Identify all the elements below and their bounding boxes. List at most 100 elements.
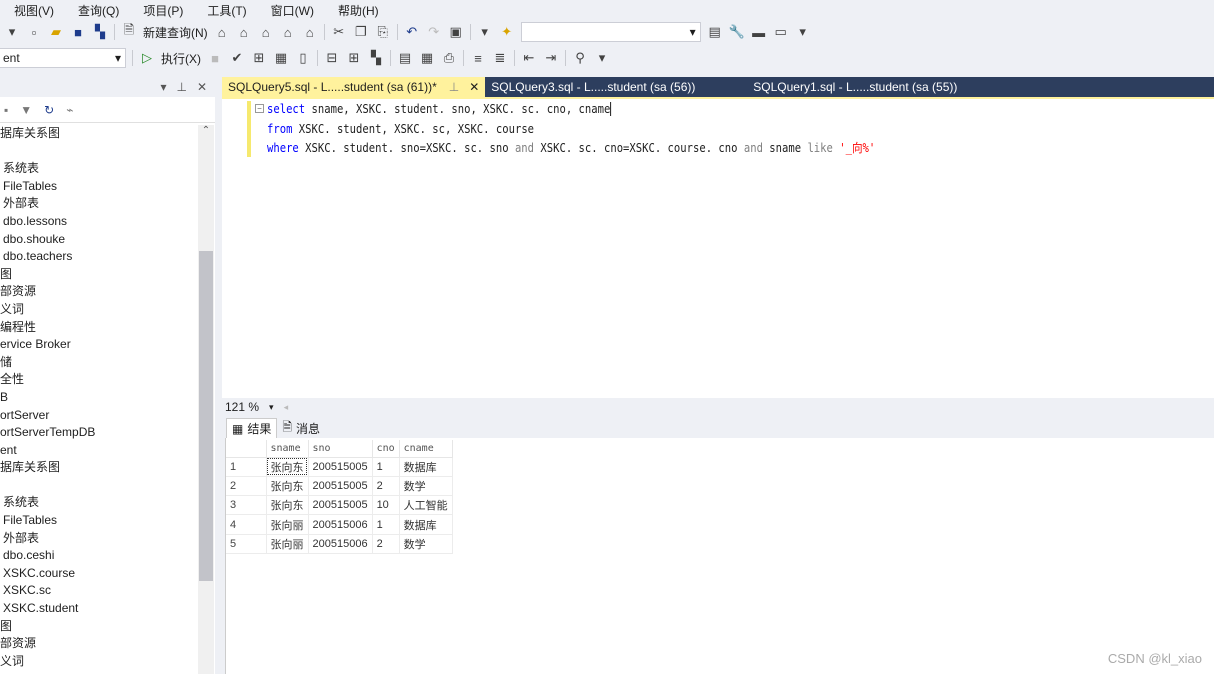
menu-query[interactable]: 查询(Q) <box>64 2 129 19</box>
table-cell[interactable]: 200515006 <box>308 534 373 554</box>
tree-item[interactable]: ortServerTempDB <box>0 424 198 442</box>
activity-monitor-icon[interactable]: ▣ <box>448 24 464 40</box>
table-cell[interactable]: 数据库 <box>399 514 453 535</box>
table-cell[interactable]: 张向东 <box>266 495 309 516</box>
specify-values-icon[interactable]: ⚲ <box>572 50 588 66</box>
tree-item[interactable]: 图 <box>0 618 198 636</box>
column-header[interactable]: cname <box>399 440 453 458</box>
refresh-icon[interactable]: ↻ <box>44 103 54 117</box>
close-icon[interactable]: ✕ <box>197 80 207 94</box>
new-query-icon[interactable]: 🗎 <box>121 22 137 40</box>
results-to-grid-icon[interactable]: ▦ <box>419 50 435 66</box>
actual-plan-icon[interactable]: ⊟ <box>324 50 340 66</box>
menu-project[interactable]: 项目(P) <box>129 2 193 19</box>
filter-icon[interactable]: ▼ <box>20 103 32 117</box>
table-cell[interactable]: 张向丽 <box>266 534 309 554</box>
close-icon[interactable]: ✕ <box>469 80 479 94</box>
tab-sqlquery1[interactable]: SQLQuery1.sql - L.....student (sa (55)) <box>747 77 963 97</box>
tree-item[interactable]: 全性 <box>0 371 198 389</box>
tree-item[interactable]: dbo.ceshi <box>0 547 198 565</box>
dropdown-icon[interactable]: ▾ <box>477 24 493 40</box>
table-cell[interactable]: 200515006 <box>308 514 373 535</box>
table-cell[interactable]: 张向东 <box>266 457 309 477</box>
tree-item[interactable] <box>0 143 198 161</box>
disconnect-icon[interactable]: ▪ <box>4 103 8 117</box>
zoom-select[interactable]: 121 % <box>225 400 259 414</box>
table-cell[interactable]: 2 <box>372 476 400 497</box>
tab-messages[interactable]: 🗎 消息 <box>277 418 325 438</box>
tree-item[interactable]: 系统表 <box>0 160 198 178</box>
tab-sqlquery3[interactable]: SQLQuery3.sql - L.....student (sa (56)) <box>485 77 747 97</box>
tree-item[interactable]: FileTables <box>0 178 198 196</box>
search-combo[interactable]: ▾ <box>520 22 701 42</box>
tree-item[interactable]: XSKC.sc <box>0 582 198 600</box>
table-cell[interactable]: 人工智能 <box>399 495 453 516</box>
menu-tools[interactable]: 工具(T) <box>193 2 256 19</box>
tree-item[interactable]: 义词 <box>0 653 198 671</box>
scrollbar-thumb[interactable] <box>199 251 213 581</box>
menu-window[interactable]: 窗口(W) <box>257 2 324 19</box>
tree-item[interactable]: ortServer <box>0 407 198 425</box>
tree-item[interactable]: ent <box>0 442 198 460</box>
table-cell[interactable]: 200515005 <box>308 457 373 477</box>
cut-icon[interactable]: ✂ <box>331 24 347 40</box>
tree-item[interactable]: 储 <box>0 354 198 372</box>
save-all-icon[interactable]: ▚ <box>92 24 108 40</box>
dropdown-icon[interactable]: ▾ <box>4 24 20 40</box>
row-number[interactable]: 4 <box>226 514 267 535</box>
sql-code[interactable]: select sname, XSKC. student. sno, XSKC. … <box>267 100 875 159</box>
solution-explorer-icon[interactable]: ▤ <box>707 24 723 40</box>
row-number[interactable]: 3 <box>226 495 267 516</box>
tab-results[interactable]: ▦ 结果 <box>226 418 278 438</box>
paste-icon[interactable]: ⎘ <box>375 24 391 40</box>
tree-item[interactable]: XSKC.student <box>0 600 198 618</box>
window-icon[interactable]: ▭ <box>773 24 789 40</box>
tree-item[interactable]: ervice Broker <box>0 336 198 354</box>
dropdown-icon[interactable]: ▾ <box>160 80 166 94</box>
redo-icon[interactable]: ↷ <box>426 24 442 40</box>
menu-view[interactable]: 视图(V) <box>0 2 64 19</box>
stop-icon[interactable]: ■ <box>207 50 223 66</box>
new-file-icon[interactable]: ▫ <box>26 24 42 40</box>
xmla-query-icon[interactable]: ⌂ <box>258 24 274 40</box>
undo-icon[interactable]: ↶ <box>404 24 420 40</box>
row-number[interactable]: 1 <box>226 457 267 477</box>
pin-icon[interactable]: ⊥ <box>176 80 186 94</box>
dax-query-icon[interactable]: ⌂ <box>280 24 296 40</box>
new-query-button[interactable]: 新建查询(N) <box>143 24 208 41</box>
find-icon[interactable]: ✦ <box>499 24 515 40</box>
tree-item[interactable]: B <box>0 389 198 407</box>
chevron-down-icon[interactable]: ▾ <box>269 402 274 413</box>
properties-icon[interactable]: 🔧 <box>729 24 745 40</box>
table-cell[interactable]: 10 <box>372 495 400 516</box>
tree-item[interactable]: FileTables <box>0 512 198 530</box>
parse-icon[interactable]: ✔ <box>229 50 245 66</box>
table-cell[interactable]: 2 <box>372 534 400 554</box>
tree-item[interactable]: XSKC.course <box>0 565 198 583</box>
comment-icon[interactable]: ≡ <box>470 50 486 66</box>
tree-item[interactable] <box>0 477 198 495</box>
column-header[interactable]: sname <box>266 440 309 458</box>
tab-sqlquery5[interactable]: SQLQuery5.sql - L.....student (sa (61))*… <box>222 77 486 97</box>
collapse-icon[interactable]: − <box>255 104 264 113</box>
plan-icon[interactable]: ⊞ <box>251 50 267 66</box>
table-cell[interactable]: 数学 <box>399 476 453 497</box>
live-stats-icon[interactable]: ⊞ <box>346 50 362 66</box>
copy-icon[interactable]: ❐ <box>353 24 369 40</box>
tree-item[interactable]: 系统表 <box>0 494 198 512</box>
indent-icon[interactable]: ⇥ <box>543 50 559 66</box>
row-number[interactable]: 2 <box>226 476 267 497</box>
open-icon[interactable]: ▰ <box>48 24 64 40</box>
execute-icon[interactable]: ▷ <box>139 50 155 66</box>
scroll-left-icon[interactable]: ◂ <box>284 402 289 413</box>
pin-icon[interactable]: ⊥ <box>449 80 459 94</box>
row-number[interactable]: 5 <box>226 534 267 554</box>
mdx-query-icon[interactable]: ⌂ <box>214 24 230 40</box>
query-editor[interactable]: − select sname, XSKC. student. sno, XSKC… <box>222 97 1214 398</box>
tree-item[interactable]: dbo.shouke <box>0 231 198 249</box>
uncomment-icon[interactable]: ≣ <box>492 50 508 66</box>
tree-item[interactable]: dbo.lessons <box>0 213 198 231</box>
scroll-up-icon[interactable]: ⌃ <box>198 125 214 136</box>
execute-button[interactable]: 执行(X) <box>161 50 201 67</box>
intellisense-icon[interactable]: ▯ <box>295 50 311 66</box>
